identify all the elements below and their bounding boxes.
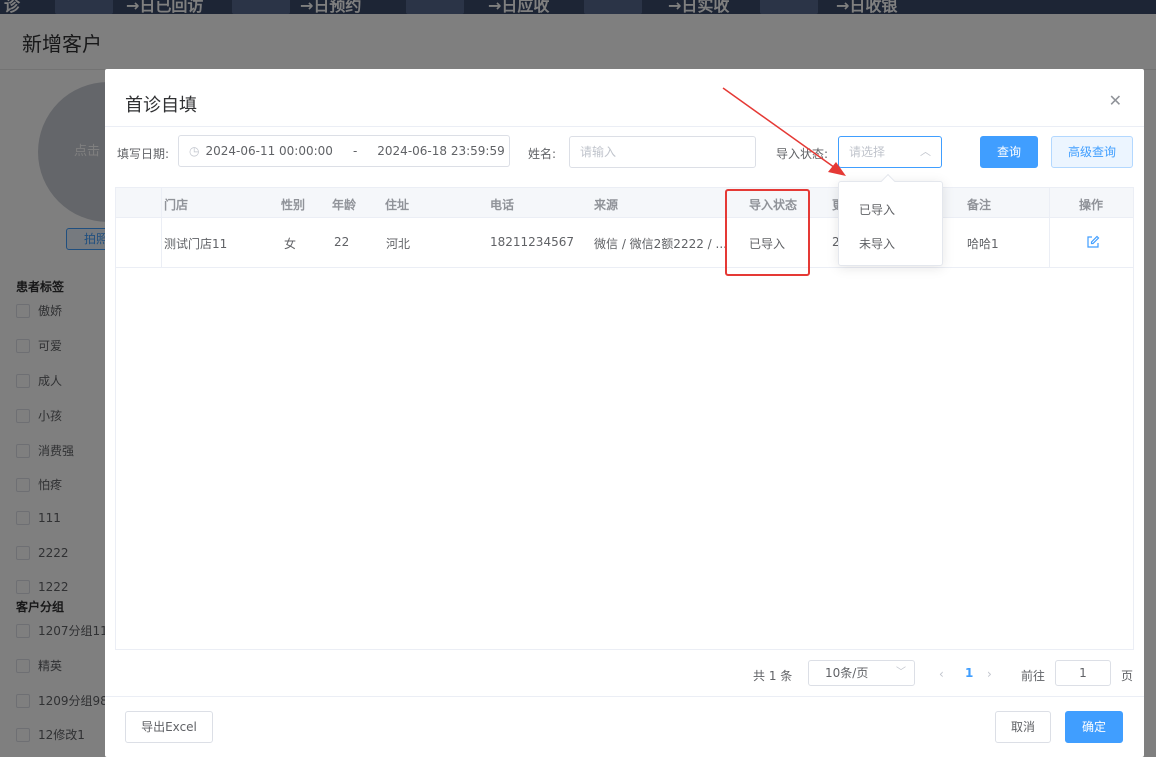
column-header[interactable]: 电话 [490,196,514,213]
cell-gender: 女 [284,237,297,251]
goto-unit: 页 [1121,669,1134,683]
query-button[interactable]: 查询 [980,136,1038,168]
import-status-dropdown: 已导入 未导入 [838,173,943,266]
chevron-down-icon: ﹀ [896,667,906,678]
next-page-icon[interactable]: › [987,667,992,681]
dropdown-caret [880,173,896,189]
date-range-picker[interactable]: ◷ 2024-06-11 00:00:00 - 2024-06-18 23:59… [178,135,510,167]
cell-age: 22 [334,235,350,249]
cell-address: 河北 [386,237,411,251]
table-header: 门店 性别 年龄 住址 电话 来源 导入状态 更 备注 操作 [116,188,1133,218]
cell-source: 微信 / 微信2额2222 / ... [594,237,727,251]
records-table: 门店 性别 年龄 住址 电话 来源 导入状态 更 备注 操作 测试门店11 女 … [115,187,1134,650]
annotation-highlight-box [725,189,810,276]
pagination-total: 共 1 条 [753,669,793,683]
goto-label: 前往 [1021,669,1046,683]
first-visit-self-fill-dialog: 首诊自填 ✕ 填写日期: ◷ 2024-06-11 00:00:00 - 202… [105,69,1144,757]
divider [105,126,1144,127]
dropdown-option-not-imported[interactable]: 未导入 [859,235,895,252]
name-label: 姓名: [528,147,557,161]
table-row[interactable]: 测试门店11 女 22 河北 18211234567 微信 / 微信2额2222… [116,218,1133,268]
date-separator: - [352,144,358,158]
date-start: 2024-06-11 00:00:00 [205,144,333,158]
column-divider [1049,188,1050,268]
column-header[interactable]: 备注 [967,196,991,213]
clock-icon: ◷ [189,144,200,158]
import-status-select[interactable]: 请选择 ︿ [838,136,942,168]
cell-phone: 18211234567 [490,235,574,249]
dialog-title: 首诊自填 [125,95,197,116]
dropdown-option-imported[interactable]: 已导入 [859,201,895,218]
edit-icon[interactable] [1086,235,1100,249]
column-header[interactable]: 住址 [385,196,409,213]
advanced-query-button[interactable]: 高级查询 [1051,136,1133,168]
column-header[interactable]: 性别 [281,196,305,213]
goto-page-input[interactable]: 1 [1055,660,1111,686]
cell-store: 测试门店11 [164,237,228,251]
page-size-value: 10条/页 [825,666,869,680]
confirm-button[interactable]: 确定 [1065,711,1123,743]
cancel-button[interactable]: 取消 [995,711,1051,743]
cell-remark: 哈哈1 [967,237,999,251]
import-status-label: 导入状态: [776,147,829,161]
chevron-up-icon: ︿ [920,145,931,158]
column-header[interactable]: 来源 [594,196,618,213]
prev-page-icon[interactable]: ‹ [939,667,944,681]
name-input[interactable]: 请输入 [569,136,756,168]
close-icon[interactable]: ✕ [1109,91,1122,110]
divider [105,696,1144,697]
date-label: 填写日期: [117,147,170,161]
page-number[interactable]: 1 [965,666,973,680]
select-placeholder: 请选择 [849,145,886,159]
date-end: 2024-06-18 23:59:59 [377,144,505,158]
page-size-select[interactable]: 10条/页 ﹀ [808,660,915,686]
column-header[interactable]: 门店 [164,196,188,213]
export-excel-button[interactable]: 导出Excel [125,711,213,743]
column-divider [161,188,162,268]
column-header[interactable]: 操作 [1079,196,1103,213]
column-header[interactable]: 年龄 [332,196,356,213]
